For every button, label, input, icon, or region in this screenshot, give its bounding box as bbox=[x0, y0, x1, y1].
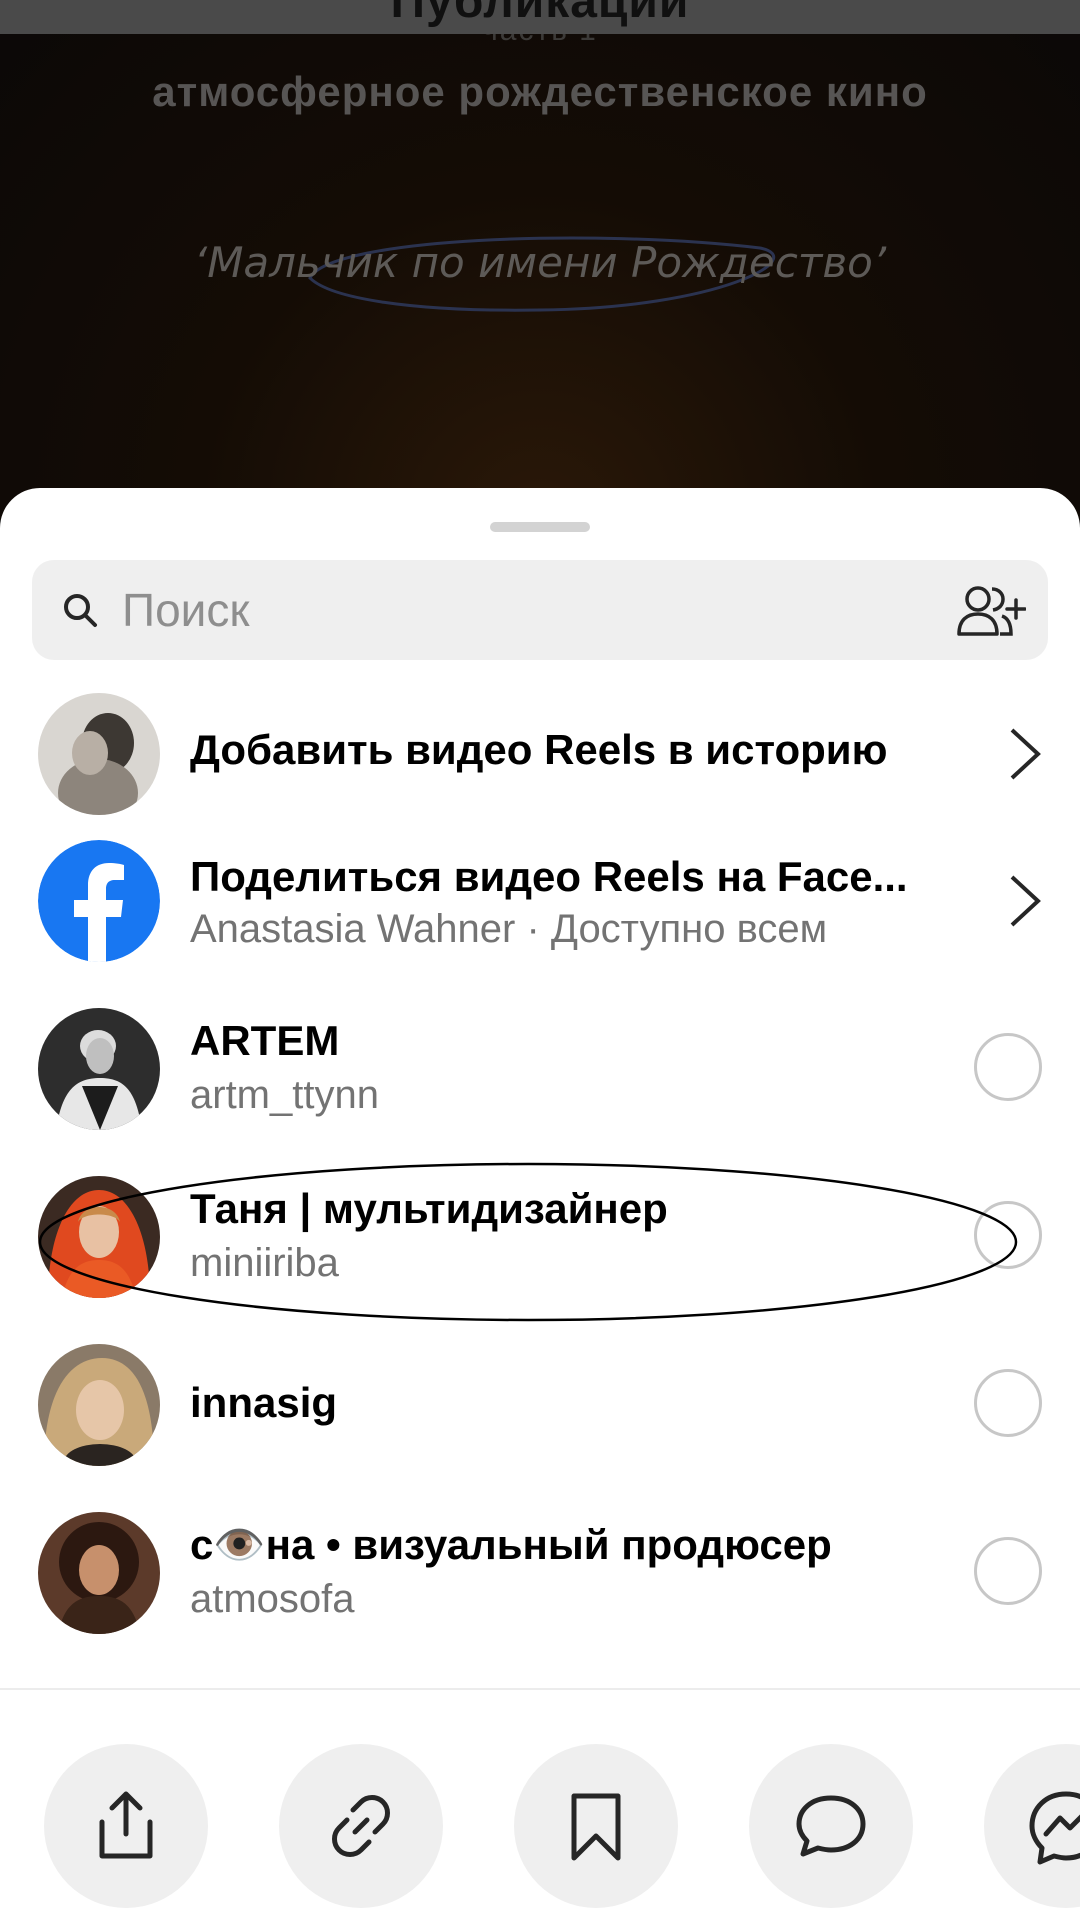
contact-row[interactable]: innasig bbox=[0, 1329, 1080, 1479]
share-to-facebook-row[interactable]: Поделиться видео Reels на Face... Anasta… bbox=[0, 825, 1080, 975]
header-title: Публикации bbox=[390, 0, 690, 28]
contact-row[interactable]: ARTEM artm_ttynn bbox=[0, 993, 1080, 1143]
contact-row[interactable]: с👁️на • визуальный продюсер atmosofa bbox=[0, 1497, 1080, 1647]
select-radio[interactable] bbox=[974, 1537, 1042, 1605]
search-input[interactable] bbox=[122, 560, 952, 660]
share-sheet: Добавить видео Reels в историю Поделитьс… bbox=[0, 488, 1080, 1920]
contact-name: ARTEM bbox=[190, 1017, 340, 1064]
video-title: атмосферное рождественское кино bbox=[152, 68, 928, 115]
select-radio[interactable] bbox=[974, 1201, 1042, 1269]
avatar bbox=[38, 1176, 160, 1298]
avatar bbox=[38, 1512, 160, 1634]
sheet-grabber-handle[interactable] bbox=[490, 522, 590, 532]
facebook-icon bbox=[38, 840, 160, 962]
avatar bbox=[38, 693, 160, 815]
share-icon bbox=[99, 1791, 153, 1859]
copy-link-button[interactable] bbox=[279, 1744, 443, 1908]
contact-row[interactable]: Таня | мультидизайнер miniiriba bbox=[0, 1161, 1080, 1311]
link-icon bbox=[332, 1795, 390, 1857]
video-subtitle: ‘Мальчик по имени Рождество’ bbox=[193, 238, 887, 287]
select-radio[interactable] bbox=[974, 1369, 1042, 1437]
add-people-icon[interactable] bbox=[956, 584, 1026, 638]
contact-username: atmosofa bbox=[190, 1577, 355, 1621]
facebook-account-info: Anastasia Wahner · Доступно всем bbox=[190, 907, 828, 951]
chevron-right-icon bbox=[1010, 728, 1041, 780]
bookmark-icon bbox=[571, 1793, 621, 1861]
search-icon bbox=[64, 594, 97, 627]
divider bbox=[0, 1688, 1080, 1690]
avatar bbox=[38, 1344, 160, 1466]
reel-video-background: часть 1 атмосферное рождественское кино … bbox=[0, 0, 1080, 520]
chevron-right-icon bbox=[1010, 875, 1041, 927]
contact-username: artm_ttynn bbox=[190, 1073, 379, 1117]
contact-username: miniiriba bbox=[190, 1241, 339, 1285]
share-button[interactable] bbox=[44, 1744, 208, 1908]
search-bar bbox=[32, 560, 1048, 660]
top-header-strip: Публикации bbox=[0, 0, 1080, 34]
contact-name: Таня | мультидизайнер bbox=[190, 1185, 668, 1232]
messenger-icon bbox=[1029, 1791, 1080, 1865]
save-button[interactable] bbox=[514, 1744, 678, 1908]
share-to-facebook-label: Поделиться видео Reels на Face... bbox=[190, 853, 908, 900]
add-reel-to-story-row[interactable]: Добавить видео Reels в историю bbox=[0, 678, 1080, 828]
add-reel-to-story-label: Добавить видео Reels в историю bbox=[190, 726, 888, 773]
avatar bbox=[38, 1008, 160, 1130]
send-message-button[interactable] bbox=[749, 1744, 913, 1908]
contact-name: с👁️на • визуальный продюсер bbox=[190, 1521, 832, 1568]
select-radio[interactable] bbox=[974, 1033, 1042, 1101]
contact-name: innasig bbox=[190, 1379, 338, 1426]
message-icon bbox=[796, 1795, 866, 1857]
messenger-button[interactable] bbox=[984, 1744, 1080, 1908]
